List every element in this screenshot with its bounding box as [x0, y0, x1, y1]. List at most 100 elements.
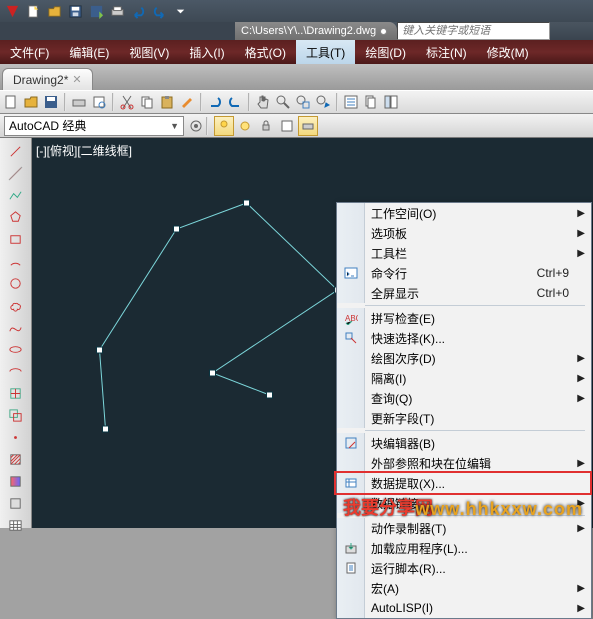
menu-item-icon	[337, 283, 365, 303]
zoom-realtime-icon[interactable]	[274, 93, 292, 111]
ws-settings-icon[interactable]	[188, 118, 204, 134]
menu-item[interactable]: ABC拼写检查(E)	[337, 308, 591, 328]
table-icon[interactable]	[3, 515, 29, 536]
menu-item[interactable]: AutoLISP(I)▶	[337, 598, 591, 618]
line-icon[interactable]	[3, 141, 29, 162]
saveas-icon[interactable]	[89, 4, 104, 19]
rectangle-icon[interactable]	[3, 229, 29, 250]
menu-item[interactable]: 全屏显示Ctrl+0	[337, 283, 591, 303]
layer-lock-icon[interactable]	[256, 116, 276, 136]
workspace-select[interactable]: AutoCAD 经典 ▼	[4, 116, 184, 136]
menu-item[interactable]: 块编辑器(B)	[337, 433, 591, 453]
menu-item-icon	[337, 223, 365, 243]
menu-item[interactable]: 查询(Q)▶	[337, 388, 591, 408]
pan-icon[interactable]	[254, 93, 272, 111]
menu-dimension[interactable]: 标注(N)	[416, 40, 477, 64]
menu-item[interactable]: 更新字段(T)	[337, 408, 591, 428]
menu-item-icon	[337, 408, 365, 428]
gradient-icon[interactable]	[3, 471, 29, 492]
menu-item[interactable]: 运行脚本(R)...	[337, 558, 591, 578]
menu-draw[interactable]: 绘图(D)	[355, 40, 416, 64]
make-block-icon[interactable]	[3, 405, 29, 426]
copy-icon[interactable]	[138, 93, 156, 111]
separator	[64, 93, 66, 111]
menu-insert[interactable]: 插入(I)	[179, 40, 234, 64]
menu-item[interactable]: 隔离(I)▶	[337, 368, 591, 388]
menu-item[interactable]: 工作空间(O)▶	[337, 203, 591, 223]
title-path: C:\Users\Y\..\Drawing2.dwg	[241, 25, 376, 37]
menu-item-icon	[337, 433, 365, 453]
menu-item[interactable]: 工具栏▶	[337, 243, 591, 263]
polygon-icon[interactable]	[3, 207, 29, 228]
doc-tab-label: Drawing2*	[13, 73, 68, 87]
menu-item-icon	[337, 558, 365, 578]
close-icon[interactable]: ✕	[72, 73, 81, 86]
zoom-window-icon[interactable]	[294, 93, 312, 111]
save-icon[interactable]	[42, 93, 60, 111]
title-dropdown-icon[interactable]	[380, 28, 387, 35]
search-input[interactable]	[397, 22, 550, 40]
submenu-arrow-icon: ▶	[573, 353, 585, 364]
tool-palettes-icon[interactable]	[382, 93, 400, 111]
doc-tab-drawing2[interactable]: Drawing2* ✕	[2, 68, 93, 90]
menu-item-icon: ABC	[337, 308, 365, 328]
undo-icon[interactable]	[206, 93, 224, 111]
menu-modify[interactable]: 修改(M)	[477, 40, 539, 64]
menu-item-label: 命令行	[365, 265, 537, 282]
insert-block-icon[interactable]	[3, 383, 29, 404]
properties-icon[interactable]	[342, 93, 360, 111]
circle-icon[interactable]	[3, 273, 29, 294]
open-icon[interactable]	[47, 4, 62, 19]
arc-icon[interactable]	[3, 251, 29, 272]
menu-item-label: 工具栏	[365, 245, 573, 262]
menu-format[interactable]: 格式(O)	[235, 40, 296, 64]
menu-file[interactable]: 文件(F)	[0, 40, 59, 64]
layer-plot-icon[interactable]	[298, 116, 318, 136]
layer-color-icon[interactable]	[277, 116, 297, 136]
layer-freeze-icon[interactable]	[235, 116, 255, 136]
plot-preview-icon[interactable]	[90, 93, 108, 111]
menu-item[interactable]: 加载应用程序(L)...	[337, 538, 591, 558]
ellipse-arc-icon[interactable]	[3, 361, 29, 382]
menu-item[interactable]: 绘图次序(D)▶	[337, 348, 591, 368]
app-menu-icon[interactable]	[5, 4, 20, 19]
paste-icon[interactable]	[158, 93, 176, 111]
menu-item-label: 动作录制器(T)	[365, 520, 573, 537]
menu-separator	[365, 430, 585, 431]
plot-icon[interactable]	[110, 4, 125, 19]
point-icon[interactable]	[3, 427, 29, 448]
new-icon[interactable]	[26, 4, 41, 19]
menu-item[interactable]: 选项板▶	[337, 223, 591, 243]
menu-item[interactable]: 数据提取(X)...	[337, 473, 591, 493]
sheetset-icon[interactable]	[362, 93, 380, 111]
menu-item[interactable]: 快速选择(K)...	[337, 328, 591, 348]
undo-icon[interactable]	[131, 4, 146, 19]
menu-item-icon	[337, 518, 365, 538]
menu-item[interactable]: 宏(A)▶	[337, 578, 591, 598]
qat-droparrow-icon[interactable]	[173, 4, 188, 19]
ellipse-icon[interactable]	[3, 339, 29, 360]
plot-icon[interactable]	[70, 93, 88, 111]
construction-line-icon[interactable]	[3, 163, 29, 184]
zoom-previous-icon[interactable]	[314, 93, 332, 111]
polyline-icon[interactable]	[3, 185, 29, 206]
hatch-icon[interactable]	[3, 449, 29, 470]
cut-icon[interactable]	[118, 93, 136, 111]
layer-on-icon[interactable]	[214, 116, 234, 136]
new-icon[interactable]	[2, 93, 20, 111]
menu-item-icon	[337, 538, 365, 558]
open-icon[interactable]	[22, 93, 40, 111]
menu-item[interactable]: 动作录制器(T)▶	[337, 518, 591, 538]
menu-item[interactable]: 命令行Ctrl+9	[337, 263, 591, 283]
redo-icon[interactable]	[226, 93, 244, 111]
menu-edit[interactable]: 编辑(E)	[59, 40, 119, 64]
revision-cloud-icon[interactable]	[3, 295, 29, 316]
region-icon[interactable]	[3, 493, 29, 514]
spline-icon[interactable]	[3, 317, 29, 338]
menu-item[interactable]: 外部参照和块在位编辑▶	[337, 453, 591, 473]
save-icon[interactable]	[68, 4, 83, 19]
menu-view[interactable]: 视图(V)	[119, 40, 179, 64]
redo-icon[interactable]	[152, 4, 167, 19]
match-props-icon[interactable]	[178, 93, 196, 111]
menu-tools[interactable]: 工具(T)	[296, 40, 355, 64]
